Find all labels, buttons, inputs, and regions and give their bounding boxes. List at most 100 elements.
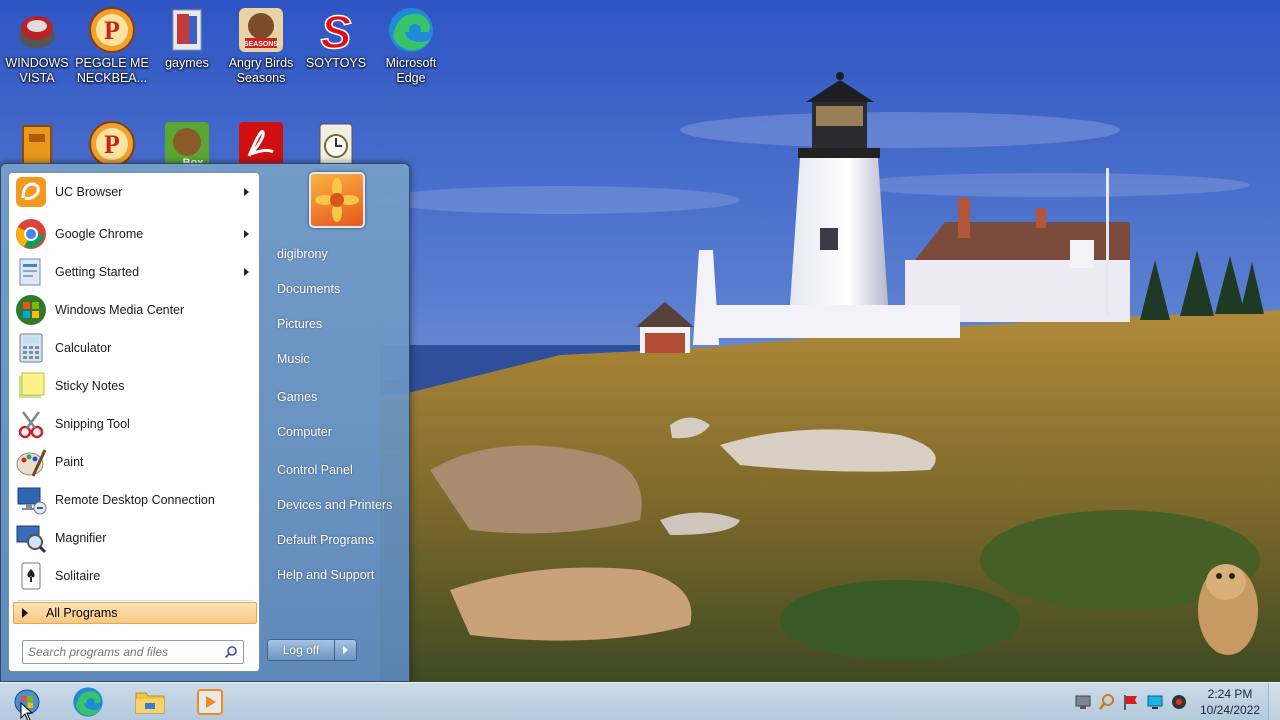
program-windows-media-center[interactable]: Windows Media Center: [13, 293, 257, 327]
desktop-icon-angry-birds[interactable]: SEASONS Angry Birds Seasons: [224, 0, 298, 86]
program-solitaire[interactable]: Solitaire: [13, 559, 257, 593]
program-label: Magnifier: [55, 531, 107, 545]
place-label: Games: [277, 390, 318, 404]
desktop-icon-gaymes[interactable]: gaymes: [150, 0, 224, 71]
program-snipping-tool[interactable]: Snipping Tool: [13, 407, 257, 441]
all-programs-button[interactable]: All Programs: [13, 602, 257, 624]
desktop-icon-adobe-reader[interactable]: [224, 114, 298, 170]
desktop-icon-clock-app[interactable]: [299, 114, 373, 170]
desktop-icon-label: SOYTOYS: [305, 56, 367, 70]
desktop-icon-soytoys[interactable]: S SOYTOYS: [299, 0, 373, 71]
place-pictures[interactable]: Pictures: [267, 309, 403, 339]
remote-desktop-icon: [17, 487, 47, 515]
place-documents[interactable]: Documents: [267, 274, 403, 304]
start-search-box[interactable]: [22, 640, 244, 664]
desktop-icon-label: WINDOWS VISTA: [5, 56, 69, 85]
place-computer[interactable]: Computer: [267, 417, 403, 447]
media-center-icon: [16, 295, 46, 325]
place-label: Control Panel: [277, 463, 353, 477]
media-player-icon: [197, 689, 223, 715]
place-label: Default Programs: [277, 533, 375, 547]
place-devices-and-printers[interactable]: Devices and Printers: [267, 490, 403, 520]
place-label: Computer: [277, 425, 332, 439]
file-explorer-icon: [135, 692, 165, 714]
clock[interactable]: 2:24 PM 10/24/2022: [1192, 686, 1268, 718]
edge-icon: [389, 8, 433, 52]
adobe-reader-icon: [239, 122, 283, 166]
mouse-cursor-icon: [20, 702, 34, 720]
program-sticky-notes[interactable]: Sticky Notes: [13, 369, 257, 403]
place-games[interactable]: Games: [267, 382, 403, 412]
place-default-programs[interactable]: Default Programs: [267, 525, 403, 555]
start-menu: UC Browser Google Chrome Getting Started…: [0, 163, 410, 682]
program-calculator[interactable]: Calculator: [13, 331, 257, 365]
submenu-arrow-icon[interactable]: [244, 230, 249, 238]
clock-app-icon: [319, 123, 353, 167]
search-tray-icon[interactable]: [1098, 693, 1116, 711]
desktop-icon-microsoft-edge[interactable]: Microsoft Edge: [374, 0, 448, 86]
program-label: UC Browser: [55, 185, 123, 199]
chrome-icon: [16, 219, 46, 249]
sticky-notes-icon: [19, 372, 45, 398]
program-label: Snipping Tool: [55, 417, 130, 431]
desktop-icon-label: Angry Birds Seasons: [228, 56, 294, 85]
place-label: Documents: [277, 282, 341, 296]
desktop-icon-beaver-box[interactable]: Box: [150, 114, 224, 170]
desktop-icon-windows-vista[interactable]: WINDOWS VISTA: [0, 0, 74, 86]
logoff-button[interactable]: Log off: [267, 639, 335, 661]
desktop-icon-peggle[interactable]: P PEGGLE ME NECKBEA...: [75, 0, 149, 86]
paint-icon: [16, 449, 47, 477]
program-paint[interactable]: Paint: [13, 445, 257, 479]
show-desktop-button[interactable]: [1268, 683, 1280, 720]
taskbar-edge-button[interactable]: [66, 685, 110, 719]
magnifier-icon: [16, 525, 47, 554]
taskbar-file-explorer-button[interactable]: [128, 685, 172, 719]
search-icon[interactable]: [224, 645, 238, 659]
places-separator: [273, 378, 399, 379]
program-uc-browser[interactable]: UC Browser: [13, 175, 257, 209]
blocks-icon: [22, 125, 52, 167]
submenu-arrow-icon[interactable]: [244, 188, 249, 196]
place-music[interactable]: Music: [267, 344, 403, 374]
program-label: Calculator: [55, 341, 112, 355]
program-label: Sticky Notes: [55, 379, 125, 393]
submenu-arrow-icon[interactable]: [244, 268, 249, 276]
network-icon[interactable]: [1074, 693, 1092, 711]
desktop-icon-blocks[interactable]: [0, 114, 74, 170]
folder-icon: [172, 9, 202, 51]
program-google-chrome[interactable]: Google Chrome: [13, 217, 257, 251]
program-magnifier[interactable]: Magnifier: [13, 521, 257, 555]
desktop-icon-label: gaymes: [165, 56, 209, 70]
program-label: Remote Desktop Connection: [55, 493, 215, 507]
getting-started-icon: [19, 258, 41, 286]
program-remote-desktop-connection[interactable]: Remote Desktop Connection: [13, 483, 257, 517]
search-input[interactable]: [28, 645, 218, 659]
action-center-flag-icon[interactable]: [1122, 693, 1140, 711]
user-avatar[interactable]: [309, 172, 365, 228]
svg-text:P: P: [104, 16, 120, 45]
display-icon[interactable]: [1146, 693, 1164, 711]
beaver-box-icon: Box: [165, 122, 209, 168]
place-user-folder[interactable]: digibrony: [267, 239, 403, 269]
chevron-right-icon: [343, 646, 348, 654]
volume-icon[interactable]: [1170, 693, 1188, 711]
place-label: Devices and Printers: [277, 498, 393, 512]
places-separator: [273, 451, 399, 452]
program-label: Paint: [55, 455, 84, 469]
desktop-icon-label: Microsoft Edge: [385, 56, 437, 85]
program-label: Getting Started: [55, 265, 140, 279]
solitaire-icon: [21, 562, 41, 590]
shutdown-options-button[interactable]: [335, 639, 357, 661]
program-getting-started[interactable]: Getting Started: [13, 255, 257, 289]
place-help-and-support[interactable]: Help and Support: [267, 560, 403, 590]
clock-date: 10/24/2022: [1199, 703, 1261, 717]
programs-pane: UC Browser Google Chrome Getting Started…: [8, 172, 260, 672]
flower-icon: [315, 178, 359, 222]
place-control-panel[interactable]: Control Panel: [267, 455, 403, 485]
peggle-icon: P: [89, 121, 135, 167]
desktop-icon-peggle-2[interactable]: P: [75, 114, 149, 170]
taskbar-media-player-button[interactable]: [188, 685, 232, 719]
calculator-icon: [19, 333, 43, 363]
place-label: Help and Support: [277, 568, 375, 582]
uc-browser-icon: [16, 177, 46, 207]
